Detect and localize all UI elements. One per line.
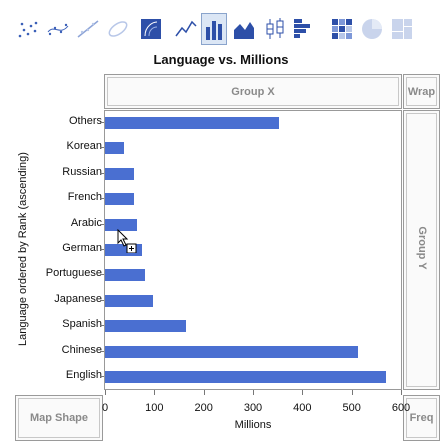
bar-korean[interactable] (105, 142, 124, 155)
group-y-label: Group Y (416, 226, 428, 270)
x-tick-label: 300 (243, 402, 263, 414)
wrap-label: Wrap (407, 86, 436, 98)
map-shape-drop-zone[interactable]: Map Shape (15, 395, 103, 441)
points-icon (18, 21, 38, 38)
points-element-button[interactable] (15, 13, 41, 45)
pie-element-button[interactable] (359, 13, 385, 45)
cursor-icon (117, 229, 137, 253)
y-tick-label: Spanish (62, 318, 102, 331)
y-tick-mark (100, 198, 104, 200)
y-tick-label: Others (68, 114, 102, 127)
y-tick-label: Portuguese (45, 267, 102, 280)
bar-russian[interactable] (105, 167, 134, 180)
bar-english[interactable] (105, 371, 387, 384)
y-tick-label: Arabic (70, 216, 102, 229)
y-tick-mark (100, 249, 104, 250)
bar-spanish[interactable] (105, 320, 187, 333)
chart-title: Language vs. Millions (153, 52, 289, 67)
plot-area[interactable] (104, 110, 402, 390)
y-tick-label: Japanese (54, 292, 102, 305)
bar-icon (206, 21, 222, 40)
x-axis-label[interactable]: Millions (104, 419, 402, 431)
y-tick-mark (100, 350, 104, 352)
contour-icon (141, 19, 161, 39)
x-tick-mark (203, 390, 205, 395)
y-tick-mark (100, 274, 104, 276)
x-tick-label: 600 (391, 402, 411, 414)
ellipse-icon (108, 21, 128, 37)
bar-element-button[interactable] (201, 13, 227, 45)
treemap-icon (392, 19, 412, 39)
box-plot-element-button[interactable] (263, 13, 289, 45)
bar-french[interactable] (105, 193, 135, 206)
y-tick-mark (100, 147, 104, 149)
y-tick-mark (100, 223, 104, 225)
x-tick-mark (351, 390, 353, 395)
x-tick-mark (105, 390, 106, 395)
histogram-element-button[interactable] (291, 13, 317, 45)
y-tick-mark (100, 299, 104, 301)
group-x-drop-zone[interactable]: Group X (104, 74, 402, 109)
group-x-label: Group X (231, 86, 275, 98)
x-tick-mark (154, 390, 156, 395)
map-shape-label: Map Shape (29, 412, 89, 424)
area-icon (234, 22, 254, 39)
heatmap-icon (332, 19, 352, 39)
y-tick-label: Russian (62, 165, 102, 178)
bar-chinese[interactable] (105, 345, 359, 358)
x-tick-mark (253, 390, 254, 395)
x-tick-label: 0 (101, 402, 109, 414)
pie-icon (362, 19, 382, 39)
x-tick-mark (302, 390, 304, 395)
line-of-fit-element-button[interactable] (75, 13, 101, 45)
y-tick-label: English (65, 369, 102, 382)
wrap-drop-zone[interactable]: Wrap (403, 74, 440, 109)
smoother-element-button[interactable] (45, 13, 71, 45)
x-tick-label: 100 (145, 402, 164, 414)
graph-element-toolbar (0, 0, 442, 46)
y-tick-mark (100, 121, 104, 123)
box-plot-icon (266, 18, 284, 39)
x-tick-label: 400 (293, 402, 312, 414)
y-tick-label: French (67, 191, 102, 204)
y-tick-label: Chinese (61, 343, 102, 356)
group-y-drop-zone[interactable]: Group Y (403, 110, 440, 390)
y-tick-label: Korean (66, 140, 102, 153)
y-tick-label: German (62, 242, 102, 254)
area-element-button[interactable] (231, 13, 257, 45)
line-element-button[interactable] (173, 13, 199, 45)
smoother-icon (47, 23, 69, 36)
y-tick-mark (100, 172, 104, 174)
treemap-element-button[interactable] (389, 13, 415, 45)
y-axis-label[interactable]: Language ordered by Rank (ascending) (17, 139, 29, 359)
bar-japanese[interactable] (105, 294, 154, 307)
bar-portuguese[interactable] (105, 269, 146, 282)
y-tick-mark (100, 325, 104, 327)
y-tick-mark (100, 376, 104, 378)
heatmap-element-button[interactable] (329, 13, 355, 45)
histogram-icon (294, 19, 310, 38)
x-tick-label: 200 (194, 402, 213, 414)
x-tick-label: 500 (342, 402, 361, 414)
bar-others[interactable] (105, 116, 280, 129)
contour-element-button[interactable] (138, 13, 164, 45)
ellipse-element-button[interactable] (105, 13, 131, 45)
line-of-fit-icon (77, 20, 99, 38)
line-icon (175, 20, 197, 37)
x-tick-mark (401, 390, 402, 395)
